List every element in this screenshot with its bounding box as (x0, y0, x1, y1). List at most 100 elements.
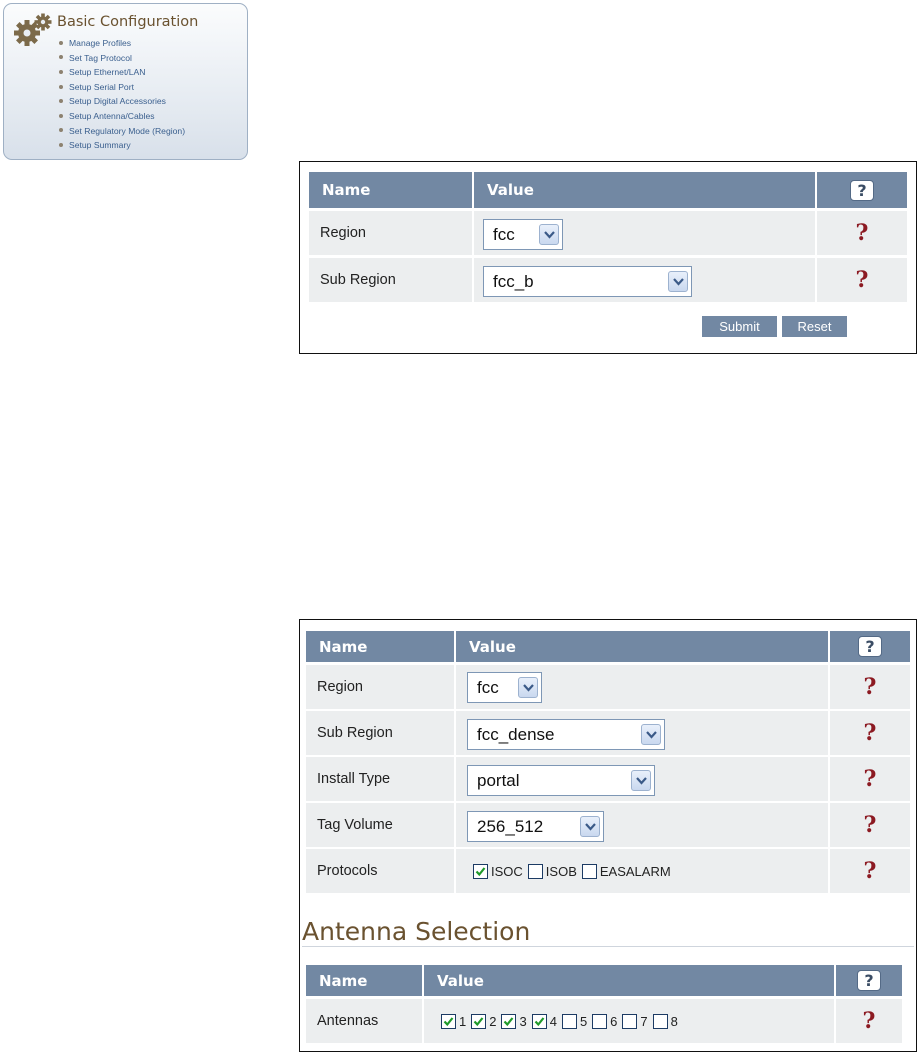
region-select[interactable]: fcc (467, 672, 542, 703)
menu-item-setup-serial-port[interactable]: Setup Serial Port (59, 80, 185, 95)
row-label-antennas: Antennas (306, 999, 422, 1043)
antenna-selection-title: Antenna Selection (302, 917, 531, 946)
help-question-icon[interactable]: ? (817, 211, 907, 255)
menu-item-setup-summary[interactable]: Setup Summary (59, 138, 185, 153)
menu-item-label: Setup Digital Accessories (69, 96, 166, 107)
column-header-help: ? (817, 172, 907, 208)
menu-item-setup-ethernet-lan[interactable]: Setup Ethernet/LAN (59, 65, 185, 80)
region-select-value: fcc (477, 678, 499, 697)
antenna-1-label: 1 (459, 1013, 467, 1029)
sub-region-select[interactable]: fcc_dense (467, 719, 665, 750)
bullet-icon (59, 84, 63, 89)
protocols-row: ISOC ISOB EASALARM (473, 863, 676, 879)
bullet-icon (59, 69, 63, 74)
help-icon[interactable]: ? (857, 970, 881, 991)
row-label-region: Region (309, 211, 472, 255)
antenna-7-label: 7 (640, 1013, 648, 1029)
easalarm-label: EASALARM (599, 863, 671, 879)
region-settings-panel: Name Value ? Region ? fcc Sub Region ? f… (299, 161, 917, 354)
antenna-4-label: 4 (549, 1013, 557, 1029)
antenna-1-checkbox[interactable] (441, 1013, 456, 1029)
column-header-name: Name (306, 631, 454, 662)
row-label-sub-region: Sub Region (309, 258, 472, 302)
bullet-icon (59, 142, 63, 147)
antenna-7-checkbox[interactable] (622, 1013, 638, 1029)
antenna-5-label: 5 (579, 1013, 588, 1029)
chevron-down-icon (518, 677, 538, 698)
chevron-down-icon (539, 224, 559, 245)
menu-item-setup-antenna-cables[interactable]: Setup Antenna/Cables (59, 109, 185, 124)
advanced-region-settings-panel: Name Value ? Region ? fcc Sub Region ? f… (299, 619, 917, 1052)
tag-volume-select[interactable]: 256_512 (467, 811, 604, 842)
antenna-6-checkbox[interactable] (592, 1013, 608, 1029)
reset-button[interactable]: Reset (782, 316, 847, 337)
antenna-3-label: 3 (519, 1013, 527, 1029)
help-question-icon[interactable]: ? (817, 258, 907, 302)
antenna-4-checkbox[interactable] (531, 1013, 547, 1029)
sub-region-select-value: fcc_dense (477, 725, 555, 744)
antenna-column-header-help: ? (836, 965, 902, 996)
antenna-2-checkbox[interactable] (471, 1013, 487, 1029)
antenna-6-label: 6 (610, 1013, 618, 1029)
column-header-value: Value (474, 172, 815, 208)
install-type-select[interactable]: portal (467, 765, 655, 796)
menu-item-manage-profiles[interactable]: Manage Profiles (59, 36, 185, 51)
antennas-row: 1 2 3 4 5 6 7 8 (441, 1013, 683, 1029)
chevron-down-icon (668, 271, 688, 292)
menu-item-setup-digital-accessories[interactable]: Setup Digital Accessories (59, 94, 185, 109)
menu-item-label: Setup Ethernet/LAN (69, 67, 146, 78)
sub-region-select-value: fcc_b (493, 272, 534, 291)
row-label-install-type: Install Type (306, 757, 454, 801)
region-select-value: fcc (493, 225, 515, 244)
row-label-tag-volume: Tag Volume (306, 803, 454, 847)
isob-checkbox[interactable] (527, 863, 543, 879)
help-question-icon[interactable]: ? (830, 711, 910, 755)
antenna-8-checkbox[interactable] (652, 1013, 668, 1029)
antenna-5-checkbox[interactable] (561, 1013, 577, 1029)
protocols-checkbox-group: ISOC ISOB EASALARM (456, 849, 828, 893)
menu-item-label: Setup Antenna/Cables (69, 110, 155, 121)
help-question-icon[interactable]: ? (830, 849, 910, 893)
easalarm-checkbox[interactable] (581, 863, 597, 879)
chevron-down-icon (580, 816, 600, 837)
region-select[interactable]: fcc (483, 219, 563, 250)
antennas-checkbox-group: 1 2 3 4 5 6 7 8 (424, 999, 834, 1043)
menu-item-set-regulatory-mode[interactable]: Set Regulatory Mode (Region) (59, 124, 185, 139)
menu-item-label: Setup Summary (69, 140, 131, 151)
section-divider (302, 946, 914, 947)
isob-label: ISOB (545, 863, 577, 879)
help-question-icon[interactable]: ? (830, 803, 910, 847)
submit-button[interactable]: Submit (702, 316, 777, 337)
antenna-column-header-value: Value (424, 965, 834, 996)
gears-icon (14, 13, 52, 46)
basic-configuration-menu: Basic Configuration Manage Profiles Set … (3, 3, 248, 160)
help-icon[interactable]: ? (850, 179, 874, 201)
sub-region-select[interactable]: fcc_b (483, 266, 692, 297)
menu-item-label: Setup Serial Port (69, 81, 134, 92)
row-label-sub-region: Sub Region (306, 711, 454, 755)
menu-item-set-tag-protocol[interactable]: Set Tag Protocol (59, 51, 185, 66)
chevron-down-icon (631, 770, 651, 791)
chevron-down-icon (641, 724, 661, 745)
menu-list: Manage Profiles Set Tag Protocol Setup E… (59, 36, 185, 153)
help-question-icon[interactable]: ? (830, 757, 910, 801)
menu-item-label: Set Regulatory Mode (Region) (69, 125, 186, 136)
install-type-select-value: portal (477, 771, 520, 790)
menu-item-label: Manage Profiles (69, 38, 132, 48)
bullet-icon (59, 99, 63, 104)
antenna-8-label: 8 (670, 1013, 678, 1029)
help-question-icon[interactable]: ? (836, 999, 902, 1043)
row-label-protocols: Protocols (306, 849, 454, 893)
column-header-name: Name (309, 172, 472, 208)
menu-item-label: Set Tag Protocol (69, 52, 132, 63)
antenna-2-label: 2 (489, 1013, 497, 1029)
bullet-icon (59, 55, 63, 60)
antenna-3-checkbox[interactable] (501, 1013, 517, 1029)
menu-title: Basic Configuration (57, 14, 199, 30)
column-header-help: ? (830, 631, 910, 662)
bullet-icon (59, 40, 63, 45)
isoc-checkbox[interactable] (473, 863, 488, 879)
help-question-icon[interactable]: ? (830, 665, 910, 709)
bullet-icon (59, 128, 63, 133)
help-icon[interactable]: ? (858, 636, 882, 657)
